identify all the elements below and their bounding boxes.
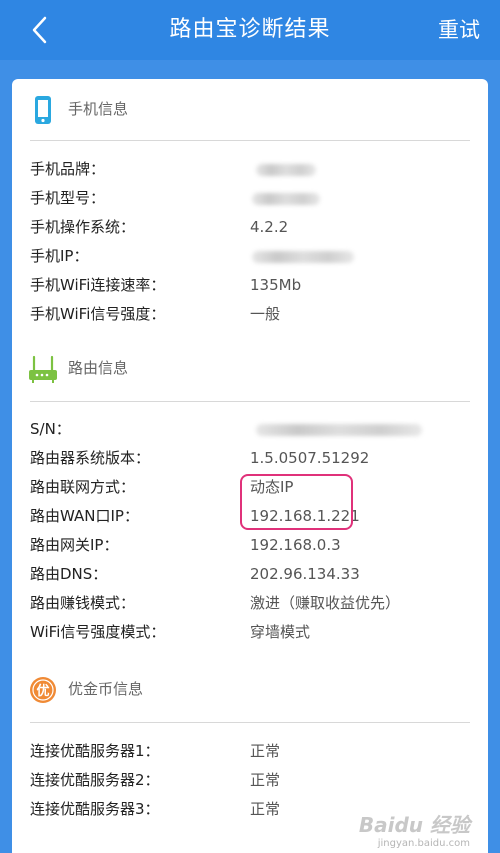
row-label: 连接优酷服务器3：	[30, 800, 160, 818]
info-row-router-sn: S/N：	[12, 415, 488, 444]
section-title: 手机信息	[68, 100, 129, 118]
row-label: 路由网关IP：	[30, 536, 119, 554]
row-value: 正常	[250, 742, 281, 760]
row-label: 路由DNS：	[30, 565, 108, 583]
redacted-value	[256, 424, 422, 436]
redacted-value	[252, 251, 354, 263]
watermark-url: jingyan.baidu.com	[377, 838, 470, 849]
row-value: 激进（赚取收益优先）	[250, 594, 401, 612]
highlight-box	[240, 474, 353, 530]
page-title: 路由宝诊断结果	[169, 17, 331, 42]
row-value: 穿墙模式	[250, 623, 311, 641]
row-label: 手机WiFi连接速率：	[30, 276, 166, 294]
info-row-router-earn-mode: 路由赚钱模式： 激进（赚取收益优先）	[12, 589, 488, 618]
info-row-phone-wifi-speed: 手机WiFi连接速率： 135Mb	[12, 271, 488, 300]
info-row-router-gateway: 路由网关IP： 192.168.0.3	[12, 531, 488, 560]
info-row-phone-brand: 手机品牌：	[12, 155, 488, 184]
coin-icon: 优	[30, 677, 56, 703]
row-label: 路由WAN口IP：	[30, 507, 139, 525]
info-row-router-version: 路由器系统版本： 1.5.0507.51292	[12, 444, 488, 473]
router-section-header: 路由信息	[12, 346, 488, 390]
app-header: 路由宝诊断结果 重试	[0, 0, 500, 60]
row-value: 一般	[250, 305, 281, 323]
info-row-router-wifi-mode: WiFi信号强度模式： 穿墙模式	[12, 618, 488, 647]
diagnosis-card: 手机信息 手机品牌： 手机型号： 手机操作系统： 4.2.2 手机IP： 手机W…	[12, 79, 488, 853]
row-label: 手机型号：	[30, 189, 106, 207]
row-value: 4.2.2	[250, 218, 289, 236]
retry-button[interactable]: 重试	[438, 0, 480, 60]
row-value: 135Mb	[250, 276, 302, 294]
info-row-youku-server-2: 连接优酷服务器2： 正常	[12, 766, 488, 795]
watermark-text: Baidu 经验	[358, 813, 470, 837]
row-label: S/N：	[30, 420, 71, 438]
router-icon	[29, 355, 57, 383]
row-label: 手机WiFi信号强度：	[30, 305, 166, 323]
row-label: 手机操作系统：	[30, 218, 136, 236]
row-label: 连接优酷服务器1：	[30, 742, 160, 760]
row-label: 手机IP：	[30, 247, 89, 265]
phone-icon	[35, 96, 51, 124]
row-value: 192.168.0.3	[250, 536, 341, 554]
row-value: 正常	[250, 771, 281, 789]
redacted-value	[252, 193, 320, 205]
row-label: 连接优酷服务器2：	[30, 771, 160, 789]
row-value: 1.5.0507.51292	[250, 449, 370, 467]
info-row-phone-wifi-signal: 手机WiFi信号强度： 一般	[12, 300, 488, 329]
info-row-phone-os: 手机操作系统： 4.2.2	[12, 213, 488, 242]
row-value: 202.96.134.33	[250, 565, 360, 583]
info-row-router-dns: 路由DNS： 202.96.134.33	[12, 560, 488, 589]
row-label: 手机品牌：	[30, 160, 106, 178]
row-label: 路由器系统版本：	[30, 449, 151, 467]
svg-text:优: 优	[36, 683, 49, 699]
row-value: 正常	[250, 800, 281, 818]
info-row-phone-ip: 手机IP：	[12, 242, 488, 271]
section-title: 路由信息	[68, 359, 129, 377]
section-title: 优金币信息	[68, 680, 144, 698]
redacted-value	[256, 164, 316, 176]
info-row-phone-model: 手机型号：	[12, 184, 488, 213]
divider	[30, 401, 470, 402]
divider	[30, 722, 470, 723]
baidu-watermark: Baidu 经验 jingyan.baidu.com	[359, 809, 470, 849]
info-row-youku-server-1: 连接优酷服务器1： 正常	[12, 737, 488, 766]
coin-section-header: 优 优金币信息	[12, 667, 488, 711]
phone-section-header: 手机信息	[12, 87, 488, 131]
row-label: WiFi信号强度模式：	[30, 623, 166, 641]
divider	[30, 140, 470, 141]
row-label: 路由联网方式：	[30, 478, 136, 496]
row-label: 路由赚钱模式：	[30, 594, 136, 612]
